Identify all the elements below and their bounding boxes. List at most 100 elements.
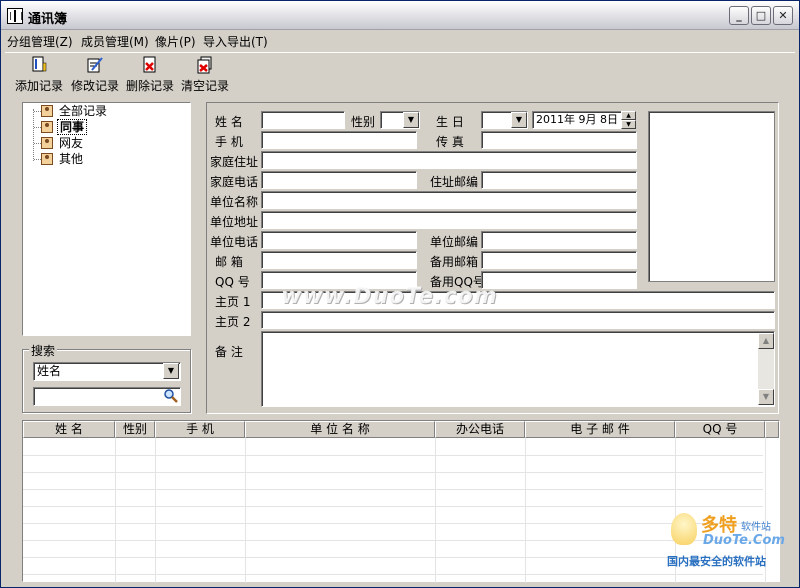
table-row[interactable] xyxy=(23,557,763,558)
grid-column-line xyxy=(155,438,156,583)
notes-scrollbar[interactable]: ▲ ▼ xyxy=(758,333,774,405)
add-record-button[interactable]: 添加记录 xyxy=(11,53,67,93)
tree-item-label: 网友 xyxy=(59,136,84,150)
chevron-down-icon[interactable]: ▼ xyxy=(403,112,419,128)
minimize-button[interactable]: _ xyxy=(729,6,749,25)
contact-card-icon xyxy=(41,137,53,149)
photo-frame[interactable] xyxy=(648,111,775,282)
column-header-name[interactable]: 姓 名 xyxy=(23,421,115,438)
column-header-gender[interactable]: 性别 xyxy=(115,421,155,438)
tree-item-label: 其他 xyxy=(59,152,84,166)
name-label: 姓 名 xyxy=(215,115,243,129)
tree-item-label: 同事 xyxy=(57,119,88,135)
table-row[interactable] xyxy=(23,523,763,524)
table-row[interactable] xyxy=(23,540,763,541)
table-row[interactable] xyxy=(23,506,763,507)
backup-qq-field[interactable] xyxy=(481,271,637,289)
column-header-mobile[interactable]: 手 机 xyxy=(155,421,245,438)
clear-record-icon xyxy=(197,56,212,74)
search-group-title: 搜索 xyxy=(29,342,58,359)
company-phone-label: 单位电话 xyxy=(210,235,259,249)
title-bar[interactable]: 通讯簿 _ □ ✕ xyxy=(1,1,799,30)
chevron-down-icon[interactable]: ▼ xyxy=(163,363,179,379)
homepage1-label: 主页 1 xyxy=(215,295,251,309)
mobile-field[interactable] xyxy=(261,131,417,149)
grid-column-line xyxy=(525,438,526,583)
scroll-up-icon[interactable]: ▲ xyxy=(758,333,774,349)
table-row[interactable] xyxy=(23,455,763,456)
delete-record-icon xyxy=(143,56,156,73)
column-header-qq[interactable]: QQ 号 xyxy=(675,421,765,438)
company-address-label: 单位地址 xyxy=(210,215,259,229)
maximize-button[interactable]: □ xyxy=(751,6,771,25)
spin-down-icon[interactable]: ▼ xyxy=(621,120,636,129)
add-record-label: 添加记录 xyxy=(14,79,63,93)
menu-group-management[interactable]: 分组管理(Z) xyxy=(7,33,73,50)
home-phone-field[interactable] xyxy=(261,171,417,189)
home-address-label: 家庭住址 xyxy=(210,155,259,169)
home-address-field[interactable] xyxy=(261,151,637,169)
search-field-select[interactable]: 姓名 xyxy=(33,362,181,381)
menu-bar: 分组管理(Z) 成员管理(M) 像片(P) 导入导出(T) xyxy=(2,31,798,49)
menu-import-export[interactable]: 导入导出(T) xyxy=(203,33,268,50)
column-header-office-phone[interactable]: 办公电话 xyxy=(435,421,525,438)
edit-record-label: 修改记录 xyxy=(70,79,119,93)
spin-up-icon[interactable]: ▲ xyxy=(621,111,636,120)
scroll-down-icon[interactable]: ▼ xyxy=(758,389,774,405)
column-header-company[interactable]: 单 位 名 称 xyxy=(245,421,435,438)
home-zip-label: 住址邮编 xyxy=(430,175,479,189)
backup-email-field[interactable] xyxy=(481,251,637,269)
menu-member-management[interactable]: 成员管理(M) xyxy=(81,33,149,50)
email-field[interactable] xyxy=(261,251,417,269)
tree-connector xyxy=(33,109,34,161)
contact-card-icon xyxy=(41,121,53,133)
company-address-field[interactable] xyxy=(261,211,637,229)
clear-record-button[interactable]: 清空记录 xyxy=(177,53,233,93)
company-zip-label: 单位邮编 xyxy=(430,235,479,249)
notes-label: 备 注 xyxy=(215,345,243,359)
grid-column-line xyxy=(435,438,436,583)
chevron-down-icon[interactable]: ▼ xyxy=(511,112,527,128)
company-phone-field[interactable] xyxy=(261,231,417,249)
homepage2-field[interactable] xyxy=(261,311,775,329)
edit-record-button[interactable]: 修改记录 xyxy=(67,53,123,93)
homepage2-label: 主页 2 xyxy=(215,315,251,329)
birthday-spinner[interactable]: ▲ ▼ xyxy=(621,111,636,129)
grid-column-line xyxy=(245,438,246,583)
book-icon xyxy=(7,8,23,24)
window-title: 通讯簿 xyxy=(28,12,68,27)
backup-email-label: 备用邮箱 xyxy=(430,255,479,269)
gender-label: 性别 xyxy=(351,115,376,129)
logo-url: DuoTe.Com xyxy=(703,533,785,548)
delete-record-button[interactable]: 删除记录 xyxy=(122,53,178,93)
email-label: 邮 箱 xyxy=(215,255,243,269)
birthday-label: 生 日 xyxy=(436,115,464,129)
fax-field[interactable] xyxy=(481,131,637,149)
close-button[interactable]: ✕ xyxy=(773,6,793,25)
home-zip-field[interactable] xyxy=(481,171,637,189)
fax-label: 传 真 xyxy=(436,135,464,149)
table-row[interactable] xyxy=(23,574,763,575)
company-name-field[interactable] xyxy=(261,191,637,209)
column-header-email[interactable]: 电 子 邮 件 xyxy=(525,421,675,438)
table-row[interactable] xyxy=(23,472,763,473)
logo-tagline: 国内最安全的软件站 xyxy=(667,555,766,568)
delete-record-label: 删除记录 xyxy=(125,79,174,93)
clear-record-label: 清空记录 xyxy=(180,79,229,93)
company-zip-field[interactable] xyxy=(481,231,637,249)
grid-column-line xyxy=(115,438,116,583)
search-input[interactable] xyxy=(33,387,181,406)
table-row[interactable] xyxy=(23,489,763,490)
notes-textarea[interactable] xyxy=(261,331,775,407)
logo-subtitle: 软件站 xyxy=(741,522,771,533)
menu-photo[interactable]: 像片(P) xyxy=(155,33,196,50)
duote-logo: 多特 软件站 DuoTe.Com 国内最安全的软件站 xyxy=(665,509,795,571)
contact-card-icon xyxy=(41,153,53,165)
name-field[interactable] xyxy=(261,111,345,129)
qq-label: QQ 号 xyxy=(215,275,250,289)
main-window: 通讯簿 _ □ ✕ 分组管理(Z) 成员管理(M) 像片(P) 导入导出(T) … xyxy=(0,0,800,588)
search-icon[interactable] xyxy=(163,388,179,404)
search-field-value: 姓名 xyxy=(37,364,62,378)
watermark: www.DuoTe.com xyxy=(281,284,498,309)
mascot-icon xyxy=(671,513,697,545)
